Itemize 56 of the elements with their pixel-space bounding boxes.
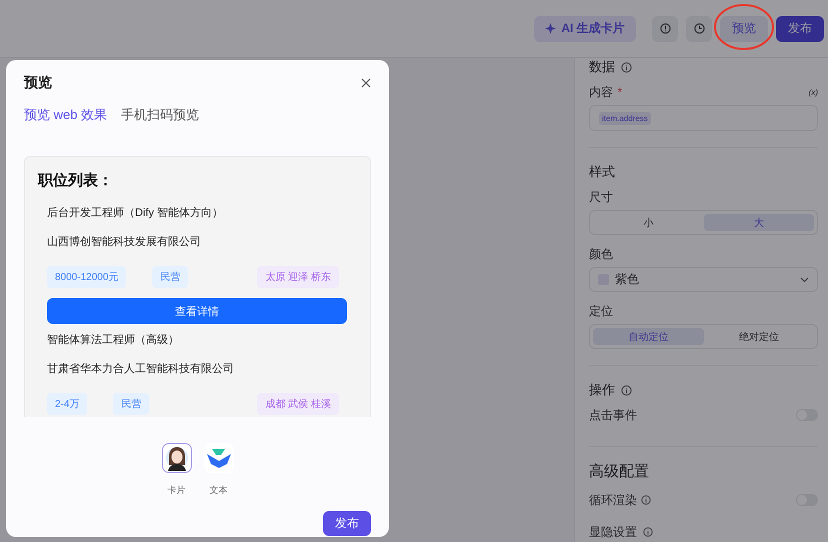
job-title: 智能体算法工程师（高级）: [47, 333, 180, 348]
ai-generate-button[interactable]: AI 生成卡片: [534, 16, 636, 42]
job-title: 后台开发工程师（Dify 智能体方向）: [47, 206, 224, 221]
field-label: 定位: [589, 302, 613, 320]
field-label: 尺寸: [589, 188, 613, 206]
mode-option[interactable]: [162, 443, 192, 473]
job-tag: 8000-12000元: [47, 266, 126, 288]
content-field[interactable]: item.address: [589, 105, 818, 131]
color-select[interactable]: 紫色: [589, 267, 818, 292]
job-tag: 成都 武侯 桂溪: [257, 393, 339, 415]
dialog-title: 预览: [24, 74, 52, 92]
job-tag: 民营: [152, 266, 188, 288]
section-title: 操作: [589, 381, 615, 399]
mode-label: 文本: [210, 484, 228, 497]
info-icon: [641, 495, 651, 505]
logo-icon: [206, 448, 230, 468]
section-title: 数据: [589, 58, 615, 76]
variable-tag: item.address: [599, 112, 651, 124]
job-tag: 太原 迎泽 桥东: [257, 266, 339, 288]
sparkle-icon: [545, 23, 556, 34]
publish-button[interactable]: 发布: [776, 16, 824, 42]
required-mark: *: [617, 85, 622, 99]
publish-button[interactable]: 发布: [323, 511, 371, 536]
mode-label: 卡片: [168, 484, 186, 497]
info-icon: [621, 384, 632, 396]
field-label: 显隐设置: [589, 524, 637, 540]
close-icon[interactable]: [361, 78, 371, 88]
position-option[interactable]: 自动定位: [593, 328, 704, 345]
field-label: 内容: [589, 85, 613, 99]
preview-button[interactable]: 预览: [720, 16, 768, 42]
highlight-circle: [713, 2, 775, 52]
info-button[interactable]: [652, 16, 678, 42]
chevron-down-icon: [800, 276, 809, 282]
history-button[interactable]: [686, 16, 712, 42]
info-icon: [660, 23, 670, 34]
variable-button[interactable]: (x): [808, 88, 818, 96]
dialog-tab[interactable]: 预览 web 效果: [24, 106, 108, 124]
clock-icon: [694, 23, 704, 34]
section-title: 高级配置: [589, 462, 649, 480]
size-option[interactable]: 小: [593, 214, 704, 231]
toggle-label: 点击事件: [589, 406, 637, 424]
avatar-icon: [164, 445, 188, 471]
position-option[interactable]: 绝对定位: [704, 328, 814, 345]
info-icon: [643, 527, 653, 537]
details-button[interactable]: 查看详情: [47, 298, 347, 324]
section-title: 样式: [589, 163, 615, 181]
company-name: 甘肃省华本力合人工智能科技有限公司: [47, 362, 235, 377]
toggle-label: 循环渲染: [589, 492, 637, 508]
info-icon: [621, 62, 632, 72]
size-option[interactable]: 大: [704, 214, 814, 231]
company-name: 山西博创智能科技发展有限公司: [47, 235, 202, 250]
list-heading: 职位列表：: [38, 171, 114, 190]
job-tag: 民营: [113, 393, 150, 415]
field-label: 颜色: [589, 246, 613, 262]
job-tag: 2-4万: [47, 393, 88, 415]
dialog-tab[interactable]: 手机扫码预览: [121, 106, 200, 124]
